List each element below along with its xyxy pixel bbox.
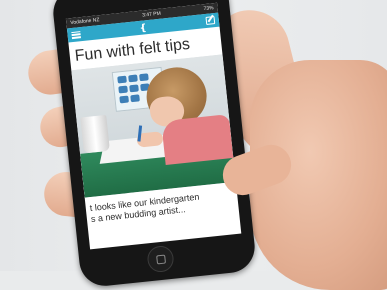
clock-label: 3:47 PM [141, 10, 162, 19]
post-photo[interactable] [71, 54, 236, 198]
home-button[interactable] [146, 244, 175, 274]
battery-label: 73% [203, 5, 214, 13]
child-shirt [161, 114, 234, 165]
phone-screen: Vodafone NZ 3:47 PM 73% ❴ Fun with felt … [65, 2, 242, 250]
app-logo-icon: ❴ [138, 21, 148, 33]
hamburger-menu-icon[interactable] [71, 30, 81, 39]
compose-edit-icon[interactable] [205, 16, 216, 25]
pen-cup [80, 114, 110, 154]
smartphone: Vodafone NZ 3:47 PM 73% ❴ Fun with felt … [50, 0, 258, 289]
